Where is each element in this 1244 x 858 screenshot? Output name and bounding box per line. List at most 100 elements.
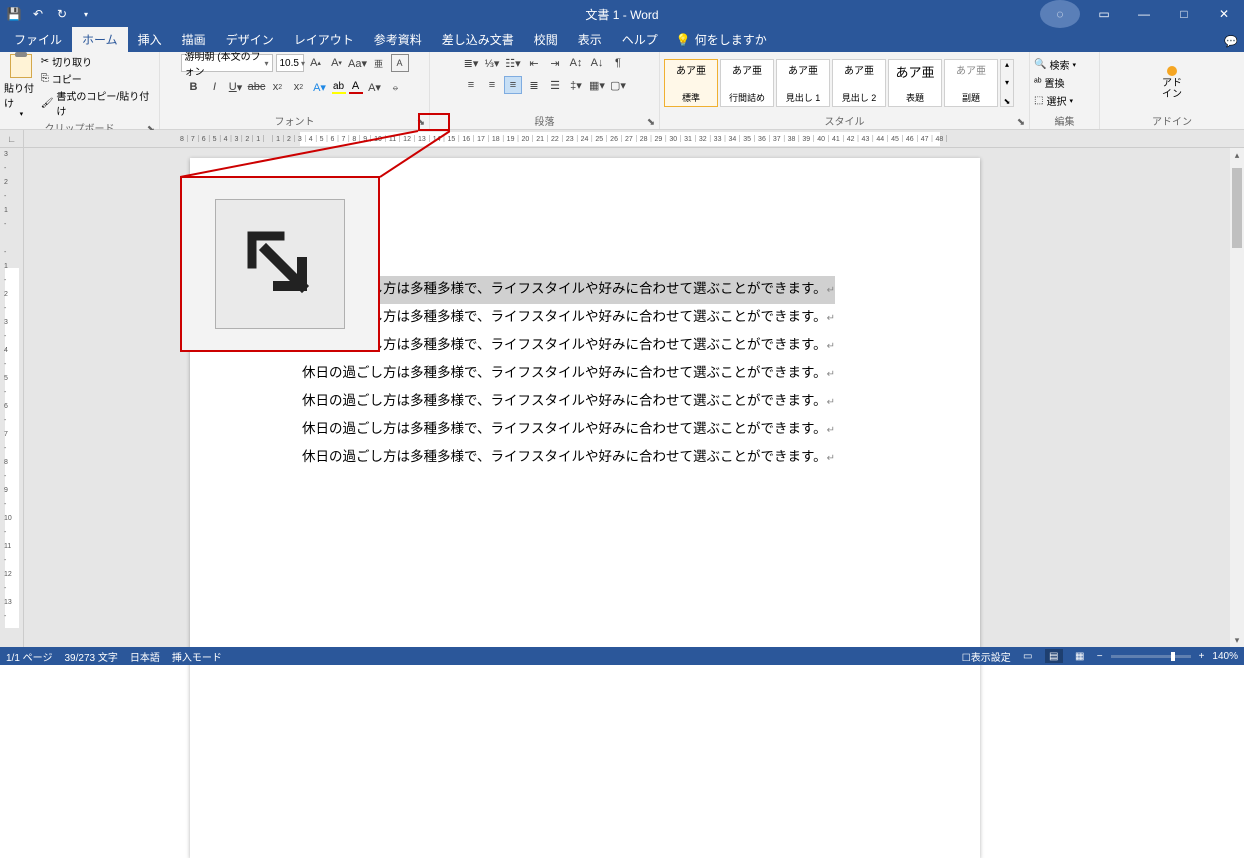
subscript-button[interactable]: x2 [269,78,287,96]
account-icon[interactable]: ◌ [1040,0,1080,28]
zoom-level[interactable]: 140% [1212,651,1238,662]
superscript-button[interactable]: x2 [290,78,308,96]
styles-dialog-launcher-icon[interactable]: ⬊ [1015,116,1027,128]
maximize-icon[interactable]: □ [1164,0,1204,28]
ribbon-display-icon[interactable]: ▭ [1084,0,1124,28]
zoom-slider[interactable] [1111,655,1191,658]
tab-mailings[interactable]: 差し込み文書 [432,27,524,52]
display-settings[interactable]: ☐表示設定 [962,649,1011,664]
italic-button[interactable]: I [206,78,224,96]
cut-button[interactable]: ✂切り取り [41,54,155,69]
strike-button[interactable]: abc [248,78,266,96]
tab-draw[interactable]: 描画 [172,27,216,52]
show-marks-button[interactable]: ¶ [609,54,627,72]
copy-button[interactable]: ⎘コピー [41,71,155,86]
page-indicator[interactable]: 1/1 ページ [6,649,52,664]
char-border-button[interactable]: ⦵ [387,78,405,96]
text-line[interactable]: 休日の過ごし方は多種多様で、ライフスタイルや好みに合わせて選ぶことができます。↵ [302,332,835,360]
tell-me[interactable]: 💡何をしますか [668,27,775,52]
close-icon[interactable]: ✕ [1204,0,1244,28]
redo-icon[interactable]: ↻ [54,6,70,22]
style-normal[interactable]: あア亜標準 [664,59,718,107]
web-layout-icon[interactable]: ▦ [1071,649,1089,663]
text-direction-button[interactable]: A↕ [567,54,585,72]
print-layout-icon[interactable]: ▤ [1045,649,1063,663]
font-color-button[interactable]: A [349,80,363,94]
align-right-button[interactable]: ≡ [504,76,522,94]
grow-font-button[interactable]: A▴ [307,54,325,72]
multilevel-button[interactable]: ☷▾ [504,54,522,72]
align-left-button[interactable]: ≡ [462,76,480,94]
line-spacing-button[interactable]: ‡▾ [567,76,585,94]
minimize-icon[interactable]: — [1124,0,1164,28]
justify-button[interactable]: ≣ [525,76,543,94]
bold-button[interactable]: B [185,78,203,96]
text-line[interactable]: 休日の過ごし方は多種多様で、ライフスタイルや好みに合わせて選ぶことができます。↵ [302,388,835,416]
comments-icon[interactable]: 💬 [1224,35,1238,52]
style-title[interactable]: あア亜表題 [888,59,942,107]
format-painter-button[interactable]: 🖌書式のコピー/貼り付け [41,88,155,118]
select-button[interactable]: ⬚選択▾ [1034,93,1076,108]
styles-more-button[interactable]: ▴▾⬊ [1000,59,1014,107]
text-effects-button[interactable]: A▾ [311,78,329,96]
tab-insert[interactable]: 挿入 [128,27,172,52]
numbering-button[interactable]: ⅓▾ [483,54,501,72]
vertical-ruler[interactable]: 3 - 2 - 1 - - 1 - 2 - 3 - 4 - 5 - 6 - 7 … [0,148,24,647]
tab-file[interactable]: ファイル [4,27,72,52]
align-center-button[interactable]: ≡ [483,76,501,94]
word-count[interactable]: 39/273 文字 [64,649,117,664]
tab-design[interactable]: デザイン [216,27,284,52]
font-name-dropdown[interactable]: 游明朝 (本文のフォン [181,54,273,72]
change-case-button[interactable]: Aa▾ [349,54,367,72]
text-line[interactable]: 休日の過ごし方は多種多様で、ライフスタイルや好みに合わせて選ぶことができます。↵ [302,416,835,444]
bullets-button[interactable]: ≣▾ [462,54,480,72]
scroll-thumb[interactable] [1232,168,1242,248]
increase-indent-button[interactable]: ⇥ [546,54,564,72]
tab-home[interactable]: ホーム [72,27,128,52]
save-icon[interactable]: 💾 [6,6,22,22]
highlight-button[interactable]: ab [332,81,346,94]
search-icon: 🔍 [1034,59,1046,70]
ruby-button[interactable]: 亜 [370,54,388,72]
font-size-dropdown[interactable]: 10.5 [276,54,304,72]
text-line[interactable]: 休日の過ごし方は多種多様で、ライフスタイルや好みに合わせて選ぶことができます。↵ [302,444,835,472]
scroll-up-icon[interactable]: ▴ [1230,148,1244,162]
paragraph-dialog-launcher-icon[interactable]: ⬊ [645,116,657,128]
zoom-in-button[interactable]: + [1199,651,1205,662]
read-mode-icon[interactable]: ▭ [1019,649,1037,663]
zoom-out-button[interactable]: − [1097,651,1103,662]
text-line[interactable]: 休日の過ごし方は多種多様で、ライフスタイルや好みに合わせて選ぶことができます。↵ [302,276,835,304]
enclose-char-button[interactable]: A [391,54,409,72]
style-nospacing[interactable]: あア亜行間詰め [720,59,774,107]
replace-button[interactable]: ᵃᵇ置換 [1034,75,1076,90]
tab-review[interactable]: 校閲 [524,27,568,52]
qat-more-icon[interactable]: ▾ [78,6,94,22]
tab-references[interactable]: 参考資料 [364,27,432,52]
text-line[interactable]: 休日の過ごし方は多種多様で、ライフスタイルや好みに合わせて選ぶことができます。↵ [302,360,835,388]
distribute-button[interactable]: ☰ [546,76,564,94]
document-body[interactable]: 休日の過ごし方は多種多様で、ライフスタイルや好みに合わせて選ぶことができます。↵… [302,276,835,472]
borders-button[interactable]: ▢▾ [609,76,627,94]
tab-layout[interactable]: レイアウト [284,27,364,52]
tab-help[interactable]: ヘルプ [612,27,668,52]
style-subtitle[interactable]: あア亜副題 [944,59,998,107]
char-shading-button[interactable]: A▾ [366,78,384,96]
shading-button[interactable]: ▦▾ [588,76,606,94]
undo-icon[interactable]: ↶ [30,6,46,22]
style-heading1[interactable]: あア亜見出し 1 [776,59,830,107]
language-indicator[interactable]: 日本語 [130,649,160,664]
vertical-scrollbar[interactable]: ▴ ▾ [1230,148,1244,647]
shrink-font-button[interactable]: A▾ [328,54,346,72]
paste-button[interactable]: 貼り付け ▾ [4,54,39,118]
underline-button[interactable]: U▾ [227,78,245,96]
text-line[interactable]: 休日の過ごし方は多種多様で、ライフスタイルや好みに合わせて選ぶことができます。↵ [302,304,835,332]
tab-view[interactable]: 表示 [568,27,612,52]
scroll-down-icon[interactable]: ▾ [1230,633,1244,647]
addins-button[interactable]: アド イン [1156,62,1188,104]
decrease-indent-button[interactable]: ⇤ [525,54,543,72]
styles-gallery[interactable]: あア亜標準 あア亜行間詰め あア亜見出し 1 あア亜見出し 2 あア亜表題 あア… [664,59,1014,107]
sort-button[interactable]: A↓ [588,54,606,72]
insert-mode[interactable]: 挿入モード [172,649,222,664]
find-button[interactable]: 🔍検索▾ [1034,57,1076,72]
style-heading2[interactable]: あア亜見出し 2 [832,59,886,107]
